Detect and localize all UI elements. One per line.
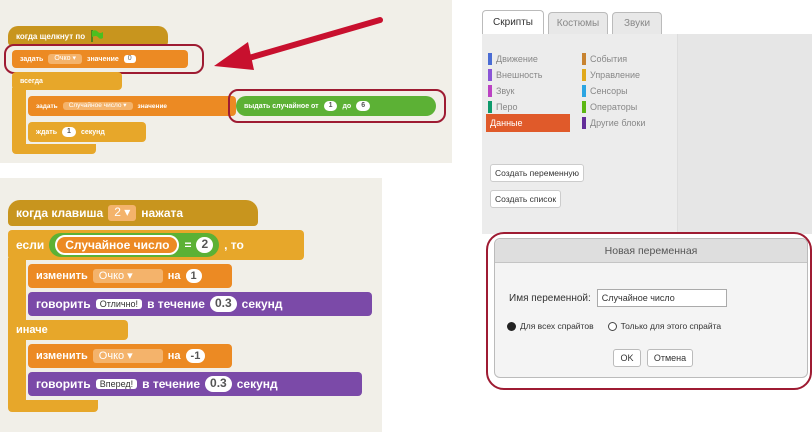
- wait-input[interactable]: 1: [62, 127, 76, 137]
- change1-on: на: [167, 270, 181, 282]
- green-flag-icon: [91, 30, 104, 42]
- key-hat-prefix: когда клавиша: [16, 206, 104, 220]
- say2-unit: секунд: [236, 377, 278, 391]
- create-variable-button[interactable]: Создать переменную: [490, 164, 585, 182]
- say2-during: в течение: [142, 377, 201, 391]
- equals-sign: =: [184, 238, 192, 252]
- when-key-pressed-block[interactable]: когда клавиша 2 ▾ нажата: [8, 200, 258, 226]
- tab-sounds[interactable]: Звуки: [612, 12, 662, 34]
- category-operators[interactable]: Операторы: [582, 100, 637, 114]
- if-else-block[interactable]: если Случайное число = 2 , то: [8, 230, 304, 260]
- change2-var-dropdown[interactable]: Очко ▾: [92, 348, 163, 364]
- else-label-bar: иначе: [8, 320, 128, 340]
- category-data[interactable]: Данные: [486, 114, 570, 132]
- change1-label: изменить: [36, 270, 88, 282]
- change-score-minus-block[interactable]: изменить Очко ▾ на -1: [28, 344, 232, 368]
- forever-label: всегда: [20, 77, 43, 85]
- say1-during: в течение: [147, 297, 205, 311]
- tab-scripts[interactable]: Скрипты: [482, 10, 544, 34]
- key-hat-suffix: нажата: [141, 206, 184, 220]
- inner-set-label: задать: [36, 102, 58, 110]
- say1-time-input[interactable]: 0.3: [209, 296, 237, 312]
- if-label: если: [16, 238, 45, 252]
- random-var-dropdown[interactable]: Случайное число ▾: [62, 101, 133, 111]
- change1-var-dropdown[interactable]: Очко ▾: [92, 268, 163, 284]
- forever-arm: [12, 88, 26, 148]
- equals-operator[interactable]: Случайное число = 2: [49, 233, 220, 257]
- wait-unit: секунд: [80, 128, 105, 136]
- then-label: , то: [224, 238, 244, 252]
- say1-label: говорить: [36, 297, 91, 311]
- bottom-script-area: когда клавиша 2 ▾ нажата если Случайное …: [0, 178, 382, 432]
- create-list-button[interactable]: Создать список: [490, 190, 562, 208]
- wait-block[interactable]: ждать 1 секунд: [28, 122, 146, 142]
- if-foot: [8, 400, 98, 412]
- category-pen[interactable]: Перо: [488, 100, 518, 114]
- say2-text-input[interactable]: Вперед!: [95, 378, 138, 390]
- change-score-plus-block[interactable]: изменить Очко ▾ на 1: [28, 264, 232, 288]
- top-script-area: когда щелкнут по задать Очко ▾ значение …: [0, 0, 452, 163]
- say2-time-input[interactable]: 0.3: [205, 376, 232, 392]
- category-more-blocks[interactable]: Другие блоки: [582, 116, 645, 130]
- editor-panel: Скрипты Костюмы Звуки Движение Внешность…: [478, 0, 812, 440]
- hat-label: когда щелкнут по: [16, 31, 86, 41]
- change2-label: изменить: [36, 350, 88, 362]
- script-canvas: [678, 34, 812, 234]
- change1-value-input[interactable]: 1: [185, 268, 202, 284]
- category-looks[interactable]: Внешность: [488, 68, 543, 82]
- set-random-var-block[interactable]: задать Случайное число ▾ значение: [28, 96, 236, 116]
- key-dropdown[interactable]: 2 ▾: [108, 205, 137, 221]
- wait-label: ждать: [36, 128, 58, 136]
- change2-value-input[interactable]: -1: [185, 348, 206, 364]
- tab-costumes[interactable]: Костюмы: [548, 12, 608, 34]
- forever-block[interactable]: всегда: [12, 72, 122, 90]
- forever-foot: [12, 144, 96, 154]
- say-excellent-block[interactable]: говорить Отлично! в течение 0.3 секунд: [28, 292, 372, 316]
- say1-text-input[interactable]: Отлично!: [95, 298, 143, 310]
- red-arrow-icon: [214, 17, 383, 70]
- else-label: иначе: [16, 324, 48, 336]
- compare-value-input[interactable]: 2: [196, 237, 214, 253]
- highlight-random-block: [228, 89, 446, 123]
- highlight-set-block: [4, 44, 204, 74]
- category-control[interactable]: Управление: [582, 68, 640, 82]
- inner-value-label: значение: [137, 102, 168, 110]
- category-events[interactable]: События: [582, 52, 627, 66]
- say2-label: говорить: [36, 377, 91, 391]
- category-motion[interactable]: Движение: [488, 52, 538, 66]
- change2-on: на: [167, 350, 181, 362]
- highlight-dialog: [486, 232, 812, 390]
- category-sensing[interactable]: Сенсоры: [582, 84, 628, 98]
- say1-unit: секунд: [241, 297, 283, 311]
- say-forward-block[interactable]: говорить Вперед! в течение 0.3 секунд: [28, 372, 362, 396]
- random-var-reporter[interactable]: Случайное число: [55, 235, 180, 255]
- category-sound[interactable]: Звук: [488, 84, 514, 98]
- when-flag-clicked-block[interactable]: когда щелкнут по: [8, 26, 168, 46]
